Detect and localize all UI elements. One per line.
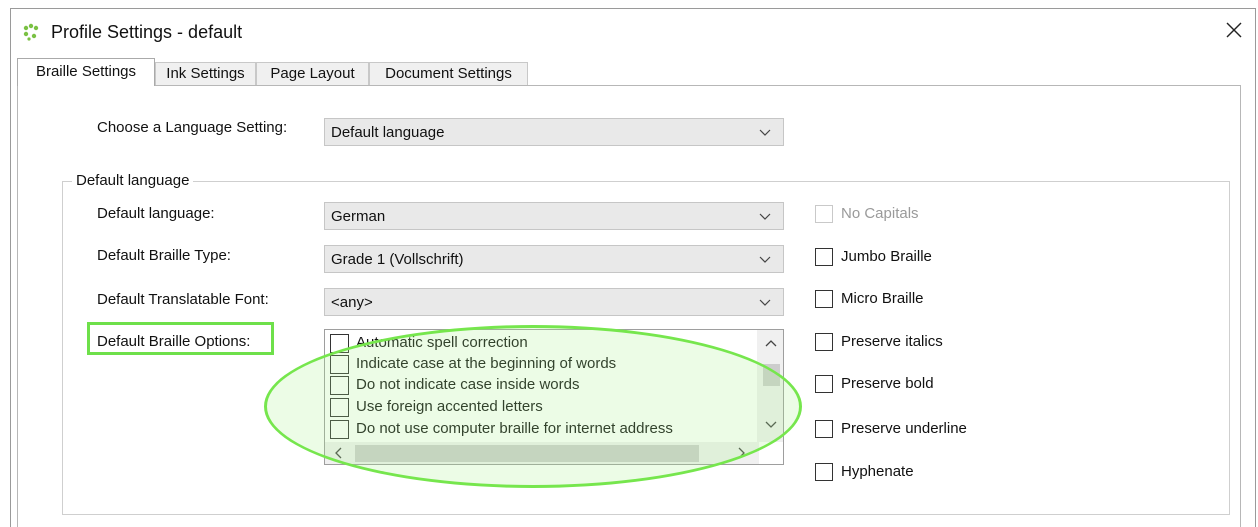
checkbox-box[interactable] [815,205,833,223]
default-language-value: German [331,208,386,225]
default-language-dropdown[interactable]: German [324,202,784,230]
chevron-up-icon[interactable] [765,338,777,350]
chevron-down-icon [759,299,771,306]
braille-type-dropdown[interactable]: Grade 1 (Vollschrift) [324,245,784,273]
checkbox-label: Preserve italics [841,333,943,350]
translatable-font-label: Default Translatable Font: [97,291,269,308]
checkbox-box[interactable] [815,290,833,308]
window-title: Profile Settings - default [51,22,243,42]
tab-ink-settings[interactable]: Ink Settings [155,62,256,85]
checkbox-box[interactable] [815,375,833,393]
checkbox-label: Preserve underline [841,420,967,437]
chevron-down-icon [759,256,771,263]
default-language-label: Default language: [97,205,215,222]
language-setting-value: Default language [331,124,445,141]
language-setting-dropdown[interactable]: Default language [324,118,784,146]
tab-document-settings[interactable]: Document Settings [369,62,528,85]
title-bar[interactable]: Profile Settings - default [11,9,1255,53]
translatable-font-dropdown[interactable]: <any> [324,288,784,316]
translatable-font-value: <any> [331,294,373,311]
checkbox-box[interactable] [815,463,833,481]
checkbox-label: No Capitals [841,205,919,222]
tab-braille-settings[interactable]: Braille Settings [17,58,155,86]
checkbox-label: Micro Braille [841,290,924,307]
annotation-highlight-box [87,322,274,355]
checkbox-box[interactable] [815,333,833,351]
checkbox-label: Jumbo Braille [841,248,932,265]
annotation-highlight-ellipse [264,325,802,488]
checkbox-label: Hyphenate [841,463,914,480]
group-title: Default language [72,172,194,189]
checkbox-label: Preserve bold [841,375,934,392]
braille-type-label: Default Braille Type: [97,247,231,264]
app-logo-icon [23,23,39,41]
chevron-down-icon [759,213,771,220]
checkbox-box[interactable] [815,248,833,266]
language-setting-label: Choose a Language Setting: [97,119,288,136]
checkbox-box[interactable] [815,420,833,438]
chevron-down-icon [759,129,771,136]
tab-page-layout[interactable]: Page Layout [256,62,369,85]
close-icon[interactable] [1221,17,1247,43]
braille-type-value: Grade 1 (Vollschrift) [331,251,464,268]
